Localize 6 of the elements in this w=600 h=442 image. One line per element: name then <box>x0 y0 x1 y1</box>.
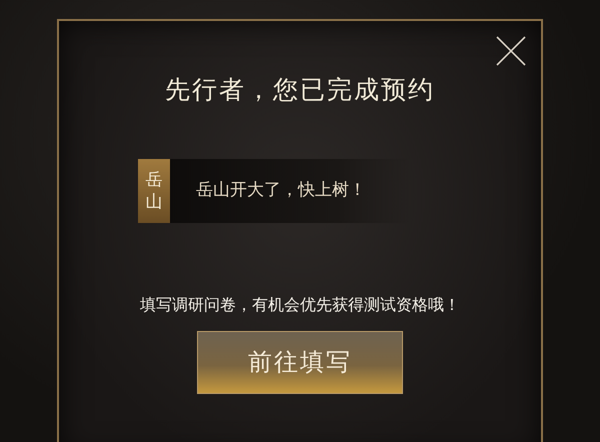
speaker-tag: 岳山 <box>138 158 170 223</box>
dialog-title: 先行者，您已完成预约 <box>165 74 435 106</box>
survey-prompt: 填写调研问卷，有机会优先获得测试资格哦！ <box>140 294 460 316</box>
message-text: 岳山开大了，快上树！ <box>196 178 366 202</box>
close-icon <box>495 35 527 67</box>
survey-button[interactable]: 前往填写 <box>197 330 403 394</box>
